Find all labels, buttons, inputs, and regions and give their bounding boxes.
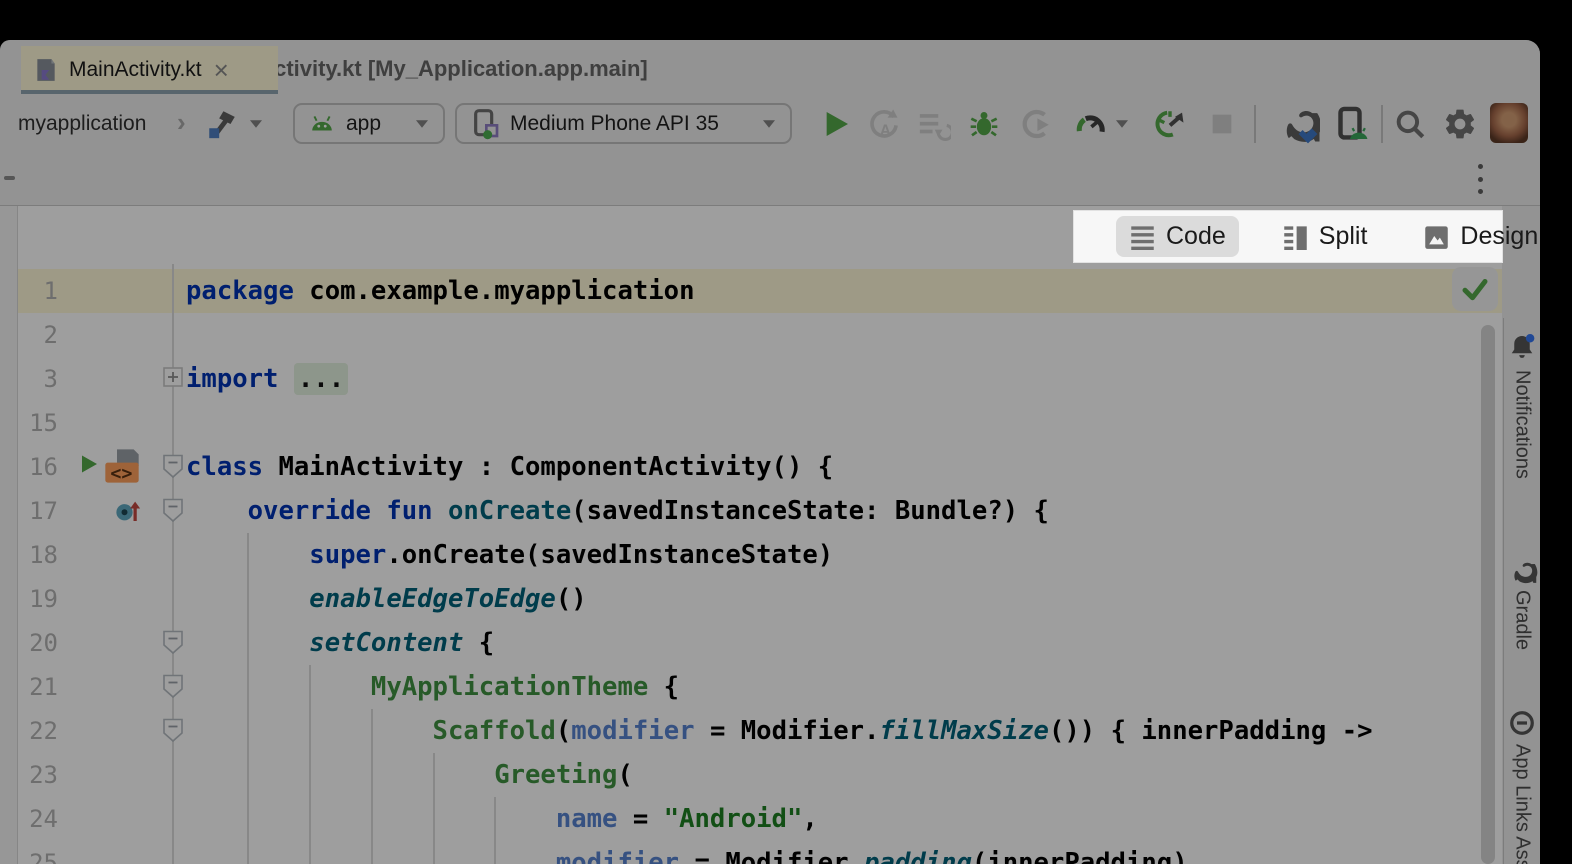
- view-toggle-label: Split: [1319, 222, 1368, 251]
- design-view-icon: [1423, 223, 1450, 250]
- view-toggle-code[interactable]: Code: [1116, 216, 1239, 257]
- view-mode-toggle: CodeSplit Design: [1073, 210, 1503, 263]
- screen: { "window_title": "My Application – Main…: [0, 0, 1572, 864]
- code-view-icon: [1129, 223, 1156, 250]
- view-toggle-design[interactable]: Design: [1410, 216, 1540, 257]
- ide-window: My Application – MainActivity.kt [My_App…: [0, 40, 1540, 864]
- split-view-icon: [1282, 223, 1309, 250]
- view-toggle-label: Code: [1166, 222, 1226, 251]
- view-toggle-label: Design: [1460, 222, 1538, 251]
- dim-overlay: [0, 40, 1540, 864]
- view-toggle-split[interactable]: Split: [1269, 216, 1381, 257]
